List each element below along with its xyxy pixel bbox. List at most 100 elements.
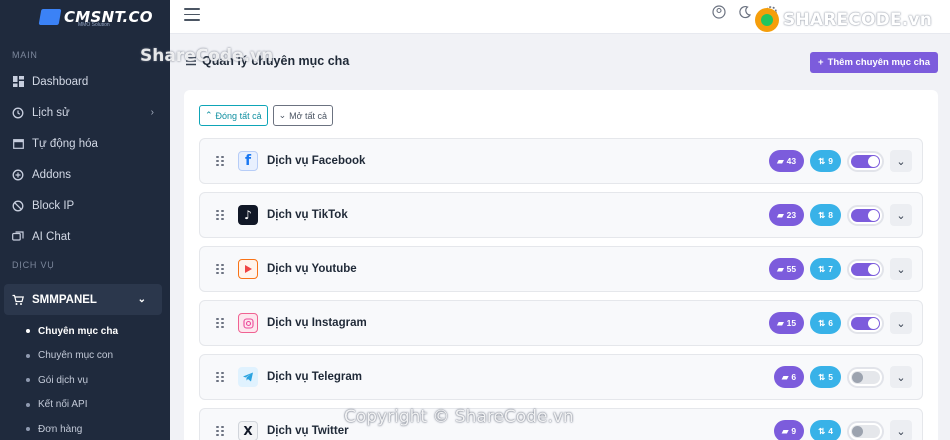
category-row: ♪ Dịch vụ TikTok ▰ 23 ⇅ 8 ⌄	[199, 192, 923, 238]
sidebar: CMSNT.CO MMO Solution MAIN Dashboard Lịc…	[0, 0, 170, 440]
sidebar-item-smmpanel[interactable]: SMMPANEL ⌄	[4, 284, 162, 315]
folder-count-badge[interactable]: ▰ 23	[769, 204, 805, 226]
dashboard-icon	[12, 76, 24, 88]
user-icon[interactable]	[712, 5, 726, 19]
sidebar-subitem-api-connect[interactable]: Kết nối API	[0, 393, 170, 418]
folder-count-badge[interactable]: ▰ 9	[773, 420, 805, 440]
sidebar-subitem-label: Chuyên mục cha	[38, 325, 119, 337]
sidebar-item-block-ip[interactable]: Block IP	[0, 190, 170, 221]
sidebar-item-automation[interactable]: Tự động hóa	[0, 128, 170, 159]
row-actions: ▰ 6 ⇅ 5 ⌄	[773, 366, 912, 388]
brand-logo[interactable]: CMSNT.CO MMO Solution	[0, 0, 170, 34]
sort-value: 4	[828, 426, 833, 436]
expand-row-button[interactable]: ⌄	[890, 420, 912, 440]
row-actions: ▰ 9 ⇅ 4 ⌄	[773, 420, 912, 440]
sidebar-item-label: Lịch sử	[32, 106, 70, 119]
status-toggle[interactable]	[847, 366, 884, 388]
sort-order-badge[interactable]: ⇅ 5	[810, 366, 841, 388]
folder-count: 55	[786, 264, 797, 274]
status-toggle[interactable]	[847, 258, 884, 280]
sidebar-item-dashboard[interactable]: Dashboard	[0, 66, 170, 97]
watermark-logo: SHARECODE.vn	[754, 8, 932, 32]
chevron-down-icon: ⌄	[896, 155, 906, 168]
row-actions: ▰ 15 ⇅ 6 ⌄	[769, 312, 912, 334]
expand-row-button[interactable]: ⌄	[890, 258, 912, 280]
sort-order-badge[interactable]: ⇅ 6	[810, 312, 841, 334]
folder-icon: ▰	[781, 425, 789, 436]
chevron-down-icon: ⌄	[896, 263, 906, 276]
sort-order-badge[interactable]: ⇅ 8	[810, 204, 841, 226]
sort-value: 7	[828, 264, 833, 274]
sort-order-badge[interactable]: ⇅ 9	[810, 150, 841, 172]
expand-row-button[interactable]: ⌄	[890, 150, 912, 172]
chevron-down-icon: ⌄	[896, 317, 906, 330]
status-toggle[interactable]	[847, 420, 884, 440]
instagram-icon	[238, 313, 258, 333]
category-name: Dịch vụ TikTok	[267, 209, 348, 221]
sidebar-subitem-service-packages[interactable]: Gói dịch vụ	[0, 368, 170, 393]
sidebar-item-label: Addons	[32, 168, 72, 181]
sidebar-subitem-orders[interactable]: Đơn hàng	[0, 417, 170, 440]
folder-icon: ▰	[777, 317, 784, 328]
drag-handle-icon[interactable]	[216, 371, 224, 383]
sidebar-subitem-parent-category[interactable]: Chuyên mục cha	[0, 319, 170, 344]
folder-icon: ▰	[777, 263, 784, 274]
drag-handle-icon[interactable]	[216, 263, 224, 275]
facebook-icon: f	[238, 151, 258, 171]
sort-icon: ⇅	[818, 209, 826, 220]
expand-row-button[interactable]: ⌄	[890, 312, 912, 334]
bullet-dot-icon	[26, 378, 30, 383]
drag-handle-icon[interactable]	[216, 425, 224, 437]
row-actions: ▰ 43 ⇅ 9 ⌄	[769, 150, 912, 172]
folder-count-badge[interactable]: ▰ 55	[769, 258, 805, 280]
sidebar-item-ai-chat[interactable]: AI Chat	[0, 221, 170, 252]
bullet-dot-icon	[26, 353, 30, 358]
sort-value: 5	[828, 372, 833, 382]
expand-row-button[interactable]: ⌄	[890, 204, 912, 226]
sort-icon: ⇅	[818, 263, 826, 274]
drag-handle-icon[interactable]	[216, 317, 224, 329]
page-title-text: Quản lý chuyên mục cha	[202, 54, 350, 68]
category-list-card: ⌃ Đóng tất cả ⌄ Mở tất cả f Dịch vụ Face…	[184, 90, 938, 440]
add-parent-category-button[interactable]: + Thêm chuyên mục cha	[810, 52, 938, 73]
category-row: f Dịch vụ Facebook ▰ 43 ⇅ 9 ⌄	[199, 138, 923, 184]
drag-handle-icon[interactable]	[216, 155, 224, 167]
folder-count-badge[interactable]: ▰ 6	[773, 366, 805, 388]
expand-row-button[interactable]: ⌄	[890, 366, 912, 388]
sort-order-badge[interactable]: ⇅ 4	[810, 420, 841, 440]
sort-value: 8	[828, 210, 833, 220]
category-name: Dịch vụ Instagram	[267, 317, 367, 329]
status-toggle[interactable]	[847, 204, 884, 226]
sort-order-badge[interactable]: ⇅ 7	[810, 258, 841, 280]
status-toggle[interactable]	[847, 312, 884, 334]
sidebar-section-main: MAIN	[12, 50, 38, 60]
expand-all-button[interactable]: ⌄ Mở tất cả	[272, 105, 334, 126]
sort-icon: ⇅	[818, 317, 826, 328]
chevron-right-icon: ›	[150, 107, 154, 118]
folder-count: 23	[786, 210, 797, 220]
sidebar-item-label: Tự động hóa	[32, 137, 98, 150]
add-button-label: Thêm chuyên mục cha	[827, 57, 930, 68]
moon-icon[interactable]	[738, 5, 752, 19]
chevron-down-icon: ⌄	[137, 294, 146, 305]
collapse-all-button[interactable]: ⌃ Đóng tất cả	[199, 105, 268, 126]
menu-toggle-icon[interactable]	[184, 8, 200, 24]
sidebar-item-history[interactable]: Lịch sử ›	[0, 97, 170, 128]
tiktok-icon: ♪	[238, 205, 258, 225]
chevron-down-icon: ⌄	[896, 209, 906, 222]
folder-count: 43	[786, 156, 797, 166]
sidebar-item-addons[interactable]: Addons	[0, 159, 170, 190]
sidebar-subitem-label: Chuyên mục con	[38, 350, 114, 362]
status-toggle[interactable]	[847, 150, 884, 172]
sidebar-subitem-child-category[interactable]: Chuyên mục con	[0, 344, 170, 369]
folder-count: 6	[791, 372, 797, 382]
drag-handle-icon[interactable]	[216, 209, 224, 221]
folder-count-badge[interactable]: ▰ 43	[769, 150, 805, 172]
sidebar-item-label: AI Chat	[32, 230, 71, 243]
folder-icon: ▰	[777, 209, 784, 220]
block-icon	[12, 200, 24, 212]
folder-count: 15	[786, 318, 797, 328]
folder-count-badge[interactable]: ▰ 15	[769, 312, 805, 334]
bullet-dot-icon	[26, 402, 30, 407]
folder-count: 9	[791, 426, 797, 436]
